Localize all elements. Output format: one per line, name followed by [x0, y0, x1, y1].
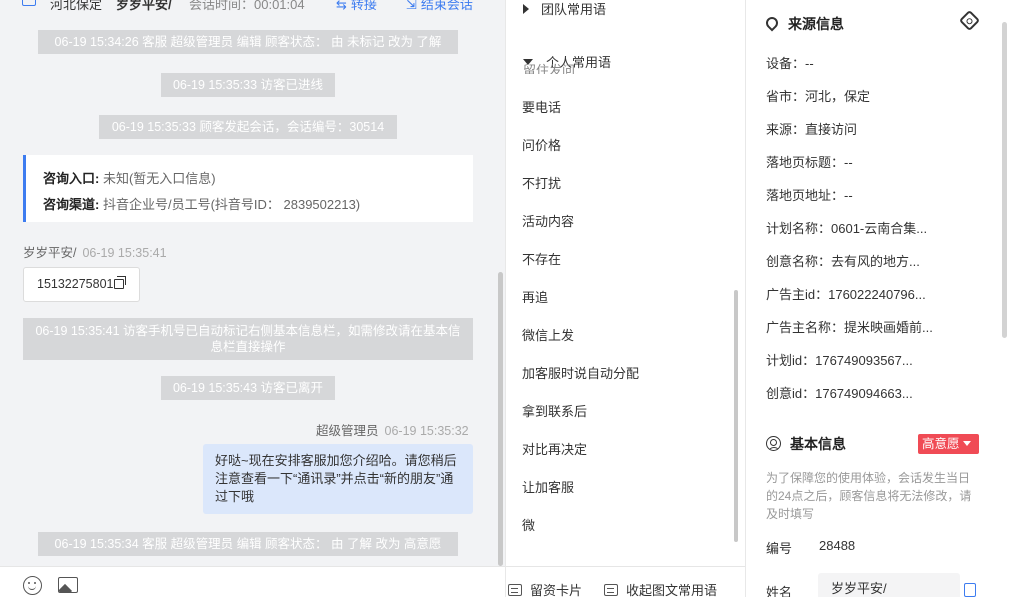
- chat-toolbar: [0, 566, 505, 597]
- chat-scrollbar[interactable]: [498, 272, 503, 566]
- caret-down-icon: [962, 441, 971, 446]
- customer-name-field[interactable]: 岁岁平安/: [818, 573, 960, 597]
- quick-reply-item[interactable]: 留住发问: [523, 62, 603, 74]
- phone-message-bubble[interactable]: 15132275801: [23, 267, 140, 302]
- monitor-icon: [22, 0, 36, 6]
- chat-panel: 河北保定 岁岁平安/ 会话时间：00:01:04 ⇆ 转接 ⇲ 结束会话 06-19…: [0, 0, 505, 597]
- visitor-name: 岁岁平安/: [116, 0, 172, 12]
- visitor-location: 河北保定: [50, 0, 103, 12]
- settings-icon[interactable]: [958, 9, 981, 32]
- customer-name-label: 姓名: [766, 585, 793, 597]
- consult-entry-value: 未知(暂无入口信息): [99, 171, 216, 186]
- intent-status-dropdown[interactable]: 高意愿: [918, 434, 979, 454]
- quick-reply-item[interactable]: 让加客服: [522, 477, 574, 496]
- consult-channel-label: 咨询渠道:: [43, 197, 100, 212]
- system-message: 06-19 15:35:33 顾客发起会话，会话编号：30514: [99, 115, 397, 139]
- transfer-label: 转接: [350, 0, 377, 12]
- source-field: 广告主id：176022240796...: [766, 287, 926, 302]
- edit-notice: 为了保障您的使用体验，会话发生当日的24点之后，顾客信息将无法修改，请及时填写: [766, 471, 972, 521]
- session-time: 会话时间：00:01:04: [189, 0, 305, 12]
- intent-status-label: 高意愿: [922, 437, 960, 451]
- collapse-replies-label: 收起图文常用语: [626, 583, 718, 597]
- quick-reply-item[interactable]: 活动内容: [522, 211, 574, 230]
- quick-reply-item[interactable]: 要电话: [522, 97, 561, 116]
- copy-icon[interactable]: [114, 276, 127, 289]
- end-session-button[interactable]: ⇲ 结束会话: [406, 0, 473, 13]
- end-session-label: 结束会话: [420, 0, 473, 12]
- quick-reply-item[interactable]: 再追: [522, 287, 548, 306]
- quick-reply-item[interactable]: 不打扰: [522, 173, 561, 192]
- message-timestamp: 06-19 15:35:41: [82, 246, 167, 260]
- source-field: 创意id：176749094663...: [766, 386, 913, 401]
- exit-icon: ⇲: [406, 0, 417, 12]
- copy-name-icon[interactable]: [964, 583, 976, 597]
- consult-entry-card: 咨询入口: 未知(暂无入口信息) 咨询渠道: 抖音企业号/员工号(抖音号ID： …: [23, 155, 473, 222]
- source-field: 落地页标题：--: [766, 155, 853, 170]
- quick-reply-item[interactable]: 问价格: [522, 135, 561, 154]
- system-message: 06-19 15:35:41 访客手机号已自动标记右侧基本信息栏，如需修改请在基…: [23, 318, 473, 360]
- caret-right-icon: [523, 4, 529, 14]
- emoji-icon[interactable]: [23, 576, 42, 595]
- user-icon: [766, 436, 781, 451]
- source-field: 广告主名称：提米映画婚前...: [766, 320, 933, 335]
- source-field: 来源：直接访问: [766, 122, 858, 137]
- transfer-icon: ⇆: [336, 0, 347, 12]
- source-field: 落地页地址：--: [766, 188, 853, 203]
- sender-name: 超级管理员: [316, 424, 379, 438]
- system-message: 06-19 15:35:33 访客已进线: [161, 73, 335, 97]
- consult-channel-row: 咨询渠道: 抖音企业号/员工号(抖音号ID： 2839502213): [43, 194, 360, 213]
- message-timestamp: 06-19 15:35:32: [384, 424, 469, 438]
- quick-reply-footer: 留资卡片 收起图文常用语: [506, 566, 746, 597]
- quick-reply-item[interactable]: 微信上发: [522, 325, 574, 344]
- source-field: 计划id：176749093567...: [766, 353, 913, 368]
- system-message: 06-19 15:35:34 客服 超级管理员 编辑 顾客状态： 由 了解 改为…: [38, 532, 458, 556]
- quick-reply-item[interactable]: 对比再决定: [522, 439, 587, 458]
- card-icon: [508, 584, 522, 596]
- consult-entry-row: 咨询入口: 未知(暂无入口信息): [43, 168, 216, 187]
- system-message: 06-19 15:34:26 客服 超级管理员 编辑 顾客状态： 由 未标记 改…: [38, 30, 458, 54]
- quick-reply-item[interactable]: 不存在: [522, 249, 561, 268]
- quick-reply-item[interactable]: 微: [522, 515, 535, 534]
- location-pin-icon: [763, 14, 781, 32]
- consult-entry-label: 咨询入口:: [43, 171, 100, 186]
- source-field: 创意名称：去有风的地方...: [766, 254, 920, 269]
- basic-info-title: 基本信息: [766, 434, 846, 454]
- collapse-replies-button[interactable]: 收起图文常用语: [604, 580, 717, 597]
- phone-number: 15132275801: [37, 277, 114, 291]
- agent-message-bubble: 好哒~现在安排客服加您介绍哈。请您稍后注意查看一下“通讯录”并点击“新的朋友”通…: [203, 444, 473, 514]
- chat-header: 河北保定 岁岁平安/ 会话时间：00:01:04 ⇆ 转接 ⇲ 结束会话: [0, 0, 505, 14]
- source-info-title: 来源信息: [763, 14, 844, 34]
- customer-number-label: 编号: [766, 541, 793, 556]
- quick-reply-item[interactable]: 加客服时说自动分配: [522, 363, 639, 382]
- quick-reply-item[interactable]: 拿到联系后: [522, 401, 587, 420]
- quick-reply-panel: 团队常用语 个人常用语 留住发问 要电话 问价格 不打扰 活动内容 不存在 再追…: [505, 0, 746, 597]
- source-field: 省市：河北，保定: [766, 89, 871, 104]
- visitor-sender: 岁岁平安/06-19 15:35:41: [23, 242, 167, 261]
- system-message: 06-19 15:35:43 访客已离开: [161, 376, 335, 400]
- quick-reply-scrollbar[interactable]: [734, 290, 738, 542]
- card-icon: [604, 584, 618, 596]
- image-icon[interactable]: [58, 577, 78, 593]
- info-scrollbar[interactable]: [1002, 22, 1007, 338]
- lead-card-label: 留资卡片: [530, 583, 583, 597]
- customer-number-value: 28488: [819, 538, 856, 553]
- agent-sender: 超级管理员 06-19 15:35:32: [316, 420, 469, 439]
- lead-card-button[interactable]: 留资卡片: [508, 580, 582, 597]
- source-field: 计划名称：0601-云南合集...: [766, 221, 928, 236]
- sender-name: 岁岁平安/: [23, 246, 77, 260]
- consult-channel-value: 抖音企业号/员工号(抖音号ID： 2839502213): [99, 197, 361, 212]
- group-label: 团队常用语: [541, 2, 607, 17]
- transfer-button[interactable]: ⇆ 转接: [336, 0, 377, 13]
- group-team-replies[interactable]: 团队常用语: [523, 0, 606, 18]
- source-field: 设备：--: [766, 56, 814, 71]
- visitor-info-panel: 来源信息 设备：-- 省市：河北，保定 来源：直接访问 落地页标题：-- 落地页…: [745, 0, 1009, 597]
